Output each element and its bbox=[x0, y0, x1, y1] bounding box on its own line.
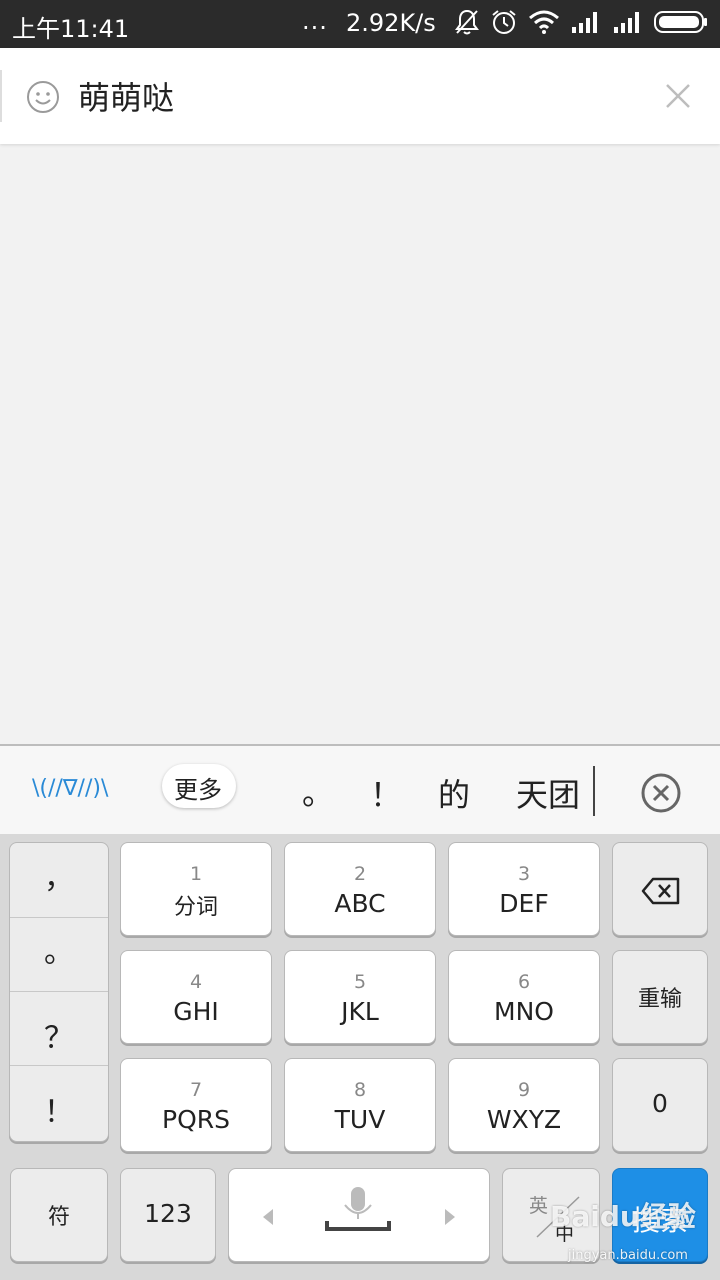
key-number: 9 bbox=[517, 1079, 531, 1101]
backspace-key[interactable] bbox=[612, 842, 708, 936]
key-2[interactable]: 2 ABC bbox=[284, 842, 436, 936]
key-5[interactable]: 5 JKL bbox=[284, 950, 436, 1044]
battery-icon bbox=[654, 11, 707, 33]
key-label: ABC bbox=[334, 889, 386, 918]
signal-icon-2 bbox=[614, 12, 639, 33]
key-label: 分词 bbox=[173, 895, 218, 920]
status-dots: ... bbox=[302, 7, 328, 35]
retype-key[interactable]: 重输 bbox=[612, 950, 708, 1044]
status-time: 上午11:41 bbox=[12, 15, 130, 43]
retype-label: 重输 bbox=[637, 987, 682, 1012]
text-caret bbox=[593, 766, 595, 816]
divider bbox=[10, 1065, 108, 1066]
key-label: PQRS bbox=[162, 1105, 230, 1134]
punct-question[interactable]: ？ bbox=[10, 1013, 108, 1087]
space-key[interactable] bbox=[228, 1168, 490, 1262]
key-number: 4 bbox=[189, 971, 203, 993]
key-label: MNO bbox=[494, 997, 554, 1026]
key-7[interactable]: 7 PQRS bbox=[120, 1058, 272, 1152]
alarm-icon bbox=[492, 10, 516, 34]
key-number: 7 bbox=[189, 1079, 203, 1101]
key-1[interactable]: 1 分词 bbox=[120, 842, 272, 936]
numbers-label: 123 bbox=[144, 1199, 192, 1228]
divider bbox=[10, 917, 108, 918]
watermark-logo: Baidu经验 bbox=[550, 1200, 696, 1233]
symbols-label: 符 bbox=[47, 1205, 70, 1230]
more-button[interactable]: 更多 bbox=[162, 764, 236, 808]
key-number: 3 bbox=[517, 863, 531, 885]
status-bar: 上午11:41 ... 2.92K/s bbox=[0, 0, 720, 48]
network-speed: 2.92K/s bbox=[346, 9, 436, 37]
key-number: 1 bbox=[189, 863, 203, 885]
smiley-icon[interactable] bbox=[26, 80, 60, 114]
candidate-item[interactable]: 。 bbox=[302, 768, 334, 814]
right-arrow-icon bbox=[445, 1209, 455, 1225]
key-3[interactable]: 3 DEF bbox=[448, 842, 600, 936]
candidate-kaomoji[interactable]: \(//∇//)\ bbox=[32, 776, 108, 801]
key-label: TUV bbox=[334, 1105, 386, 1134]
left-arrow-icon bbox=[263, 1209, 273, 1225]
key-label: GHI bbox=[173, 997, 219, 1026]
candidate-item[interactable]: 的 bbox=[438, 770, 470, 816]
key-label: WXYZ bbox=[486, 1105, 562, 1134]
zero-label: 0 bbox=[652, 1089, 668, 1118]
key-8[interactable]: 8 TUV bbox=[284, 1058, 436, 1152]
key-9[interactable]: 9 WXYZ bbox=[448, 1058, 600, 1152]
candidate-item[interactable]: 天团 bbox=[516, 770, 580, 816]
microphone-icon bbox=[325, 1187, 391, 1231]
more-label: 更多 bbox=[174, 776, 222, 804]
key-number: 5 bbox=[353, 971, 367, 993]
punct-exclaim[interactable]: ！ bbox=[10, 1087, 108, 1161]
key-0[interactable]: 0 bbox=[612, 1058, 708, 1152]
key-number: 2 bbox=[353, 863, 367, 885]
watermark-url: jingyan.baidu.com bbox=[568, 1248, 688, 1263]
key-label: DEF bbox=[499, 889, 549, 918]
divider bbox=[10, 991, 108, 992]
key-number: 6 bbox=[517, 971, 531, 993]
search-bar bbox=[0, 48, 720, 144]
key-label: JKL bbox=[341, 997, 379, 1026]
close-icon[interactable] bbox=[658, 76, 698, 116]
wifi-icon bbox=[529, 10, 559, 34]
numbers-key[interactable]: 123 bbox=[120, 1168, 216, 1262]
signal-icon bbox=[572, 12, 597, 33]
backspace-icon bbox=[641, 877, 680, 905]
search-input[interactable] bbox=[78, 72, 638, 120]
punct-comma[interactable]: ， bbox=[10, 853, 108, 927]
circle-close-icon[interactable] bbox=[640, 772, 682, 814]
punct-period[interactable]: 。 bbox=[10, 927, 108, 1001]
mute-bell-icon bbox=[455, 9, 479, 35]
key-6[interactable]: 6 MNO bbox=[448, 950, 600, 1044]
status-icons bbox=[454, 8, 708, 36]
candidate-item[interactable]: ！ bbox=[370, 770, 402, 816]
candidate-bar: \(//∇//)\ 更多 。 ！ 的 天团 bbox=[0, 744, 720, 834]
key-number: 8 bbox=[353, 1079, 367, 1101]
key-4[interactable]: 4 GHI bbox=[120, 950, 272, 1044]
left-edge-line bbox=[0, 70, 2, 122]
symbols-key[interactable]: 符 bbox=[10, 1168, 108, 1262]
punctuation-column: ， 。 ？ ！ bbox=[9, 842, 109, 1142]
